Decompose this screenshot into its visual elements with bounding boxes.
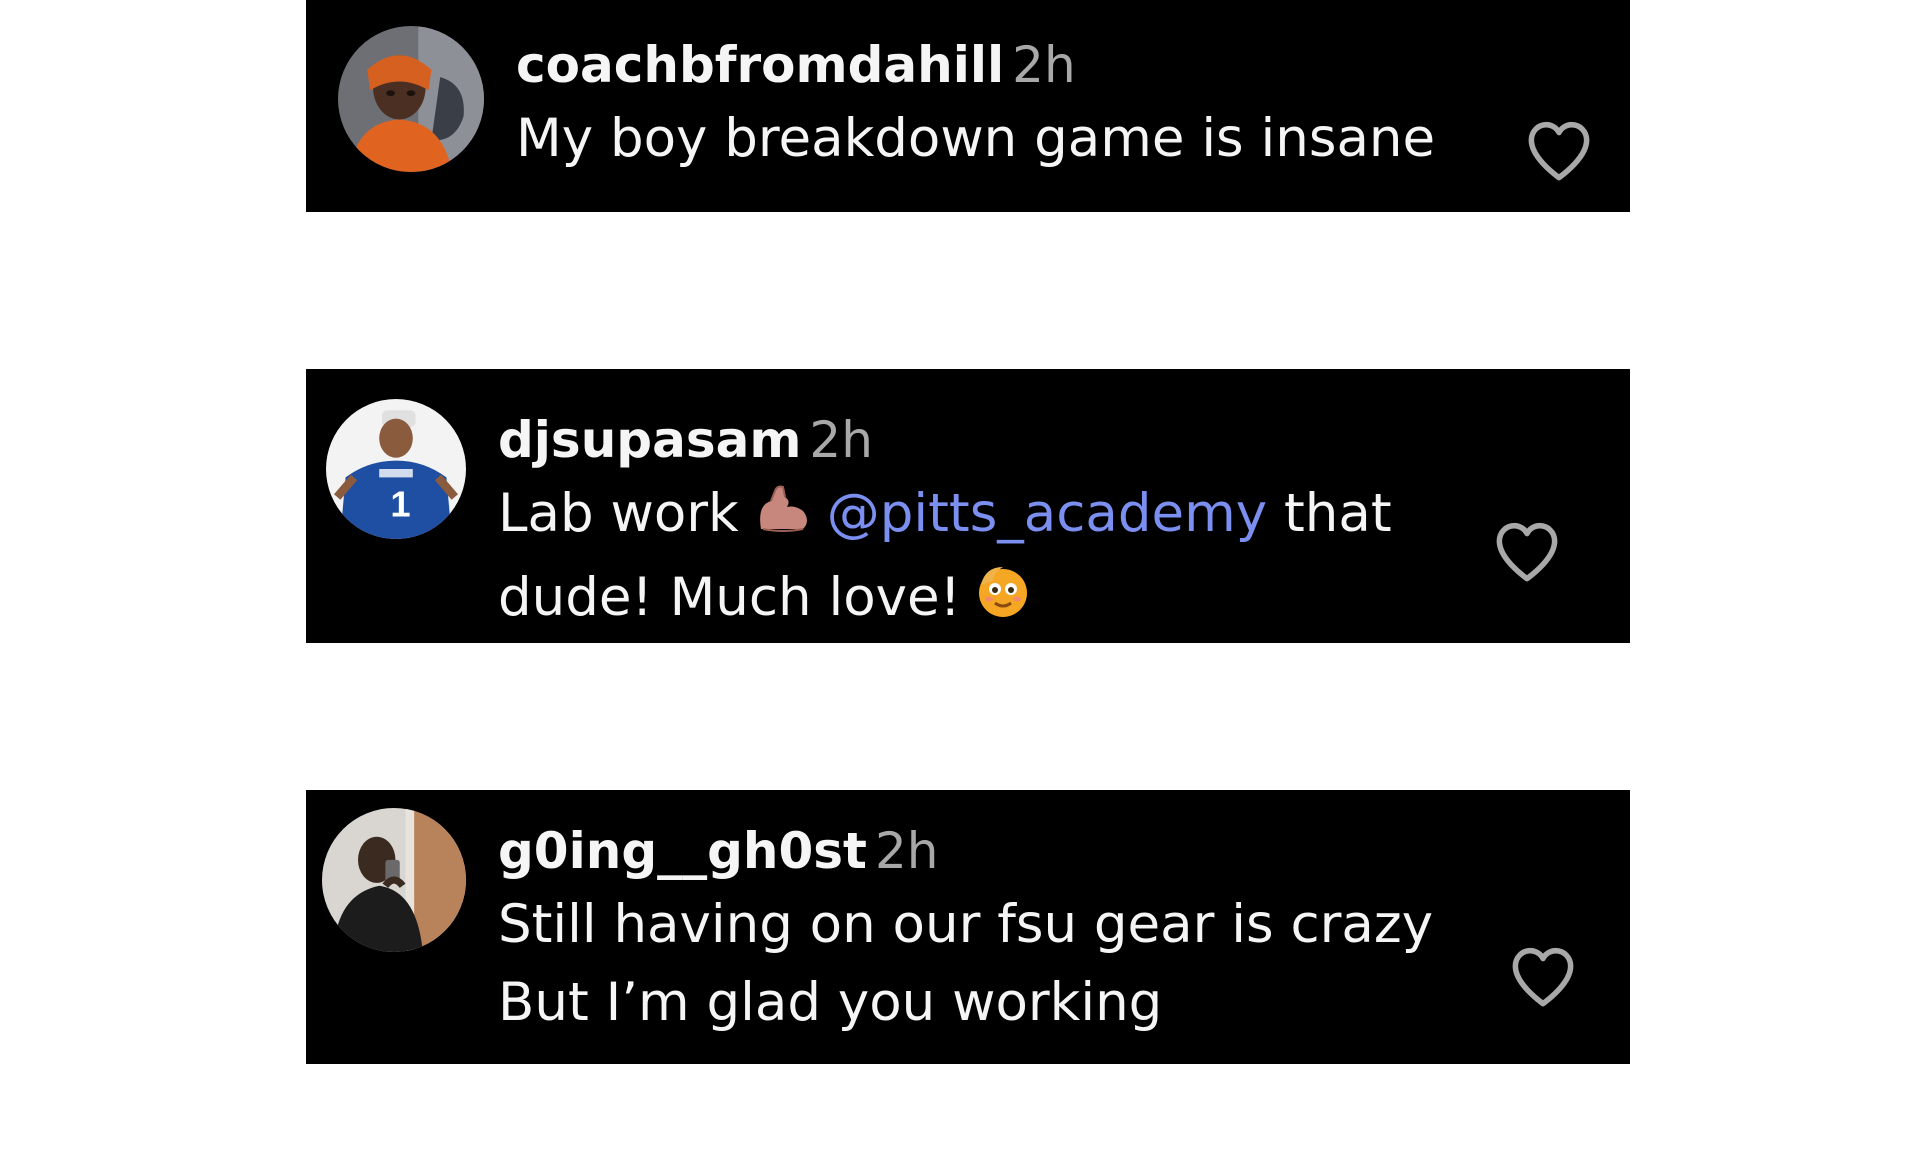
svg-text:1: 1 <box>390 484 410 525</box>
heart-outline-icon[interactable] <box>1492 519 1562 583</box>
username[interactable]: coachbfromdahill <box>516 36 1004 94</box>
avatar[interactable]: 1 <box>326 399 466 539</box>
heart-outline-icon[interactable] <box>1508 944 1578 1008</box>
comment-item: coachbfromdahill 2h My boy breakdown game… <box>306 0 1630 212</box>
comment-text: My boy breakdown game is insane <box>516 108 1436 169</box>
comment-text-line: But I’m glad you working <box>498 972 1163 1033</box>
comment-item: g0ing__gh0st 2h Still having on our fsu g… <box>306 790 1630 1064</box>
comment-item: 1 djsupasam 2h Lab work @pitts_academy th… <box>306 369 1630 643</box>
comment-text-part: dude! Much love! <box>498 567 961 628</box>
comment-text-part: Lab work <box>498 483 739 544</box>
comment-text-line: Still having on our fsu gear is crazy <box>498 894 1434 955</box>
timestamp: 2h <box>1012 36 1076 94</box>
flexed-biceps-icon <box>751 481 815 559</box>
comment-text: Still having on our fsu gear is crazy Bu… <box>498 886 1500 1042</box>
username[interactable]: g0ing__gh0st <box>498 822 867 880</box>
comment-text: Lab work @pitts_academy that dude! Much … <box>498 475 1500 643</box>
username[interactable]: djsupasam <box>498 411 801 469</box>
avatar[interactable] <box>338 26 484 172</box>
comment-text-part: that <box>1284 483 1392 544</box>
smiling-face-icon <box>973 561 1033 643</box>
mention-link[interactable]: @pitts_academy <box>827 483 1267 544</box>
timestamp: 2h <box>809 411 873 469</box>
avatar[interactable] <box>322 808 466 952</box>
heart-outline-icon[interactable] <box>1524 118 1594 182</box>
timestamp: 2h <box>874 822 939 880</box>
